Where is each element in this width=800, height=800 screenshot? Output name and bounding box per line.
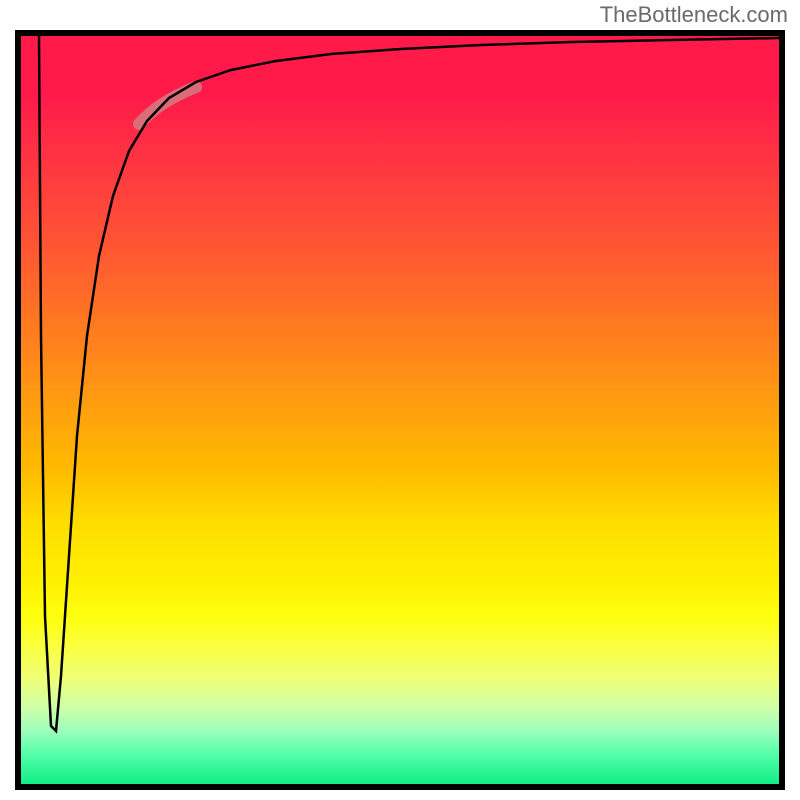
chart-plot-area — [15, 30, 785, 790]
chart-svg — [21, 36, 779, 784]
bottleneck-curve-line — [39, 36, 779, 731]
highlight-segment — [139, 87, 196, 124]
watermark-text: TheBottleneck.com — [600, 2, 788, 28]
